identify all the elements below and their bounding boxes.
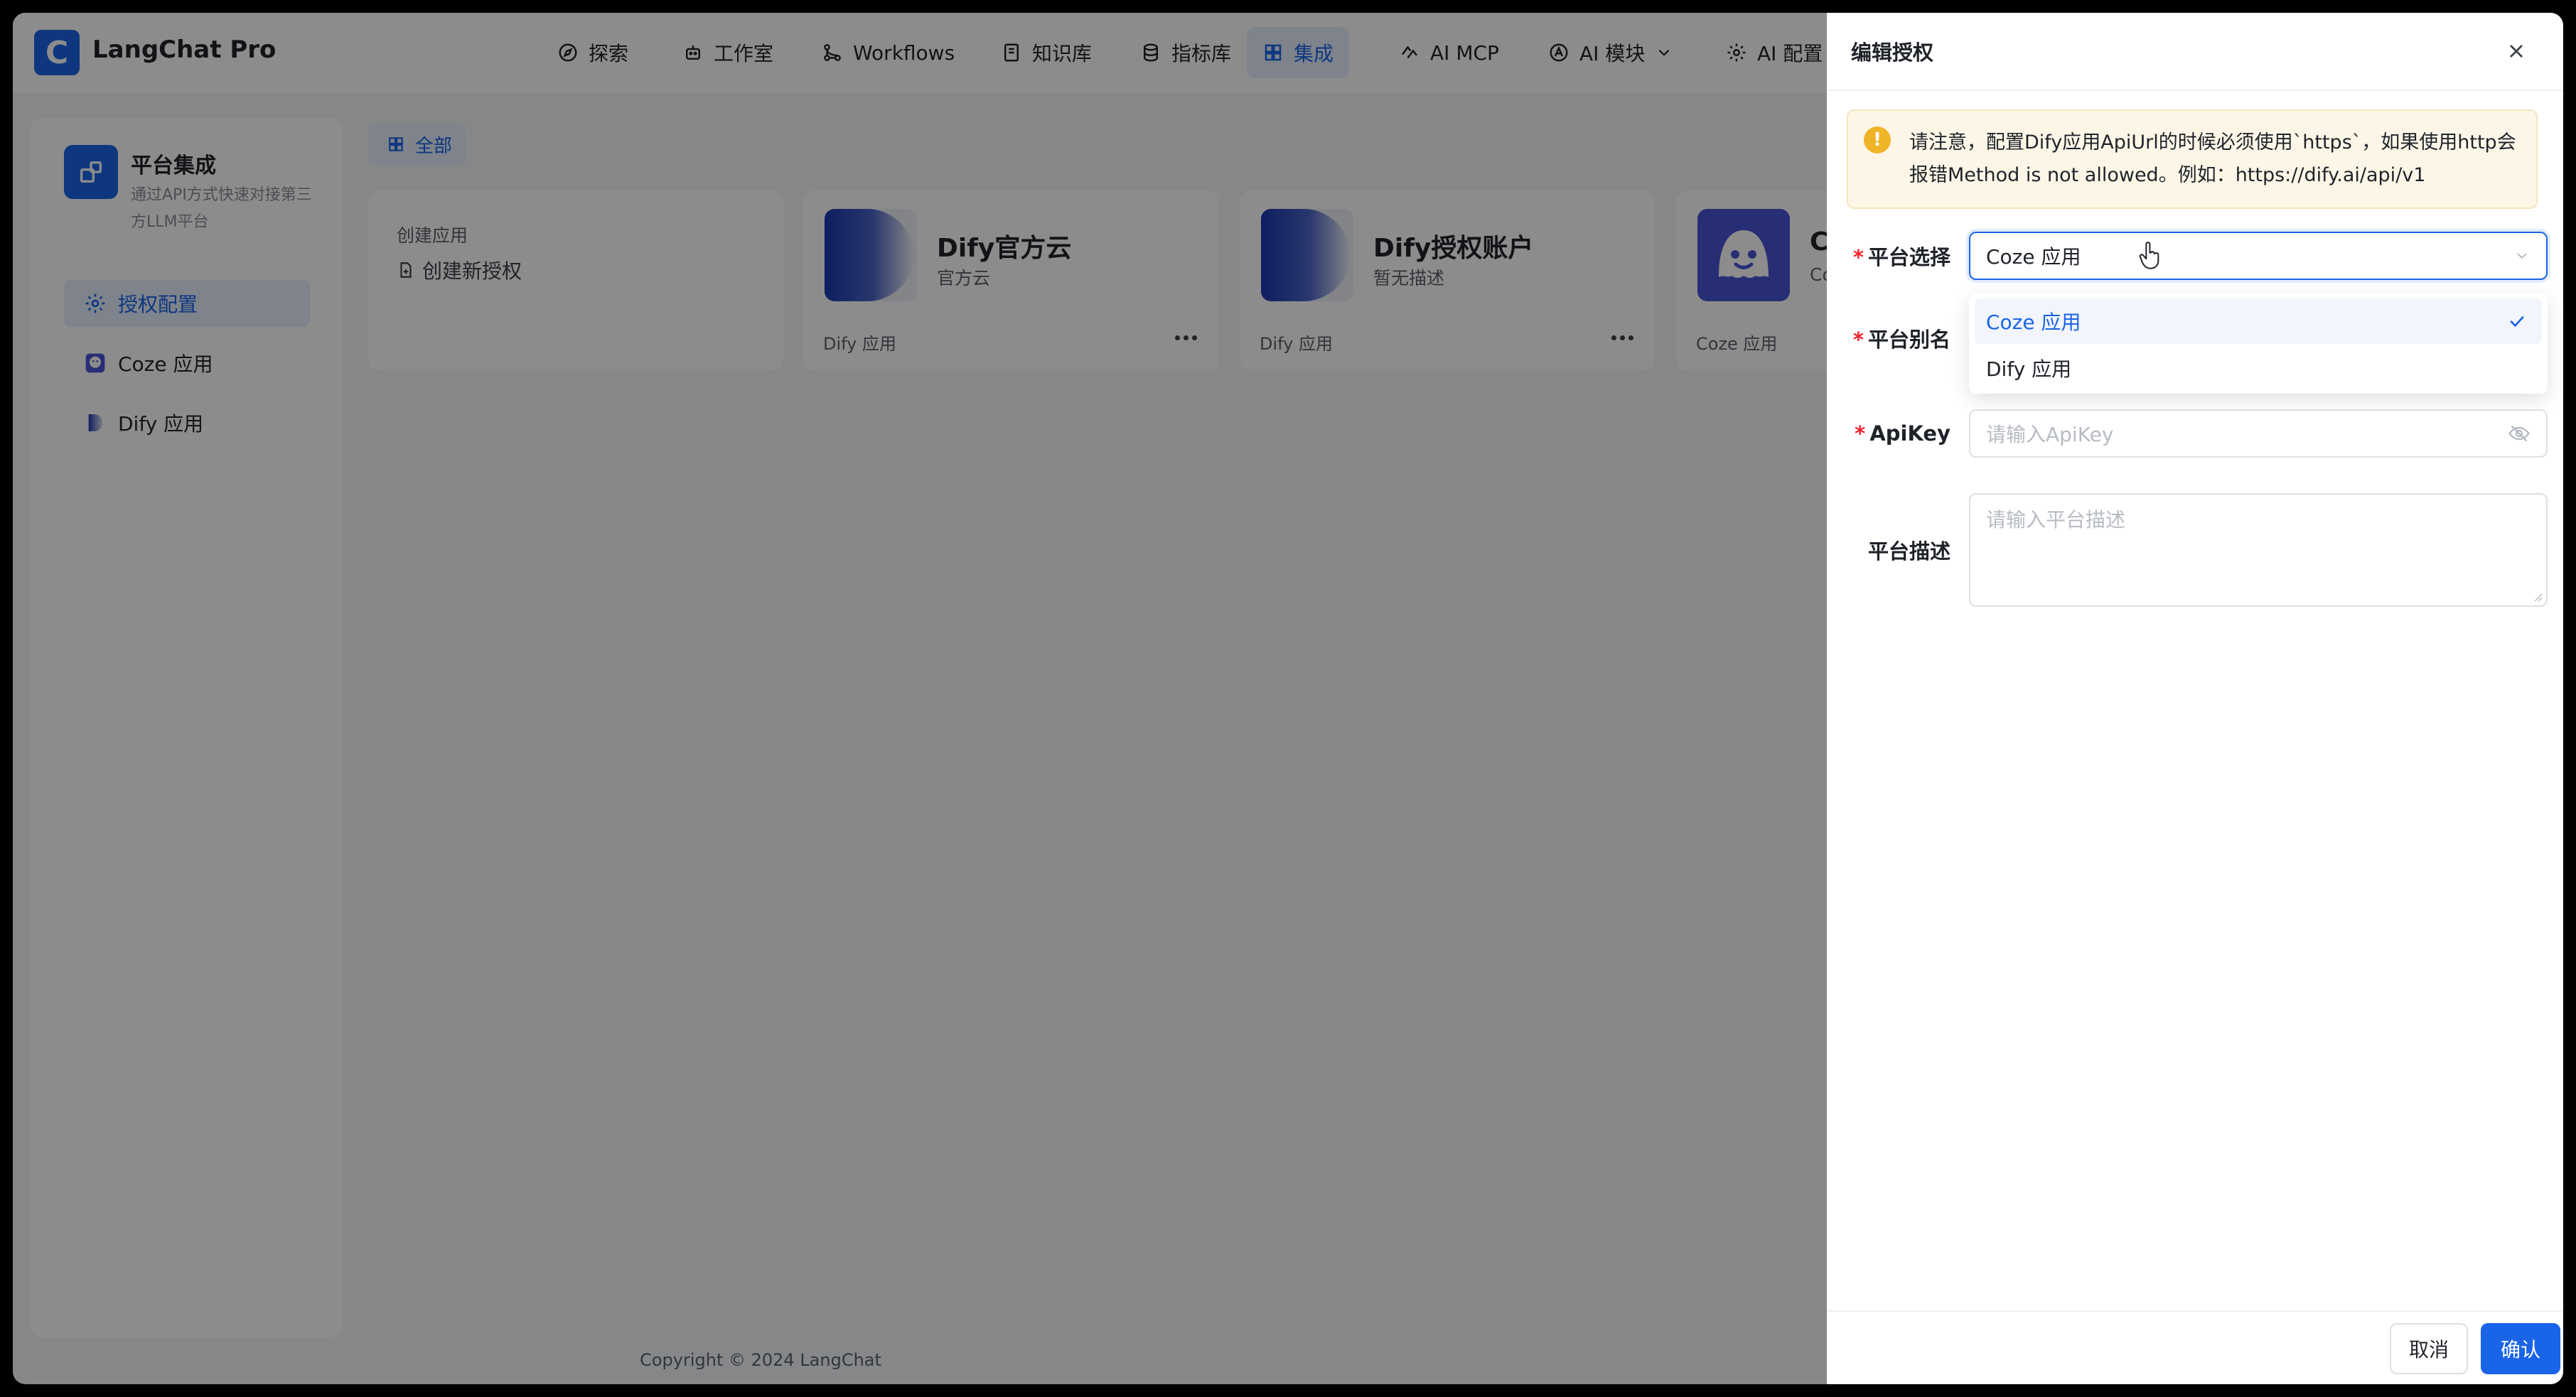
platform-dropdown: Coze 应用 Dify 应用 [1969, 293, 2548, 394]
dropdown-option-coze[interactable]: Coze 应用 [1975, 298, 2542, 344]
confirm-button[interactable]: 确认 [2481, 1323, 2560, 1374]
cancel-button[interactable]: 取消 [2390, 1323, 2468, 1374]
app-window: C LangChat Pro 探索 工作室 Workflows 知识库 指标库 … [13, 13, 2563, 1384]
footer-divider [1827, 1310, 2563, 1312]
platform-select[interactable]: Coze 应用 [1969, 232, 2548, 280]
edit-auth-drawer: 编辑授权 ! 请注意，配置Dify应用ApiUrl的时候必须使用`https`，… [1827, 13, 2563, 1384]
hand-cursor-icon [2139, 242, 2159, 269]
platform-select-label: * 平台选择 [1852, 245, 1950, 269]
option-label: Coze 应用 [1986, 311, 2081, 334]
warning-icon: ! [1864, 126, 1891, 153]
chevron-down-icon [2517, 253, 2527, 259]
desc-placeholder: 请输入平台描述 [1986, 508, 2126, 532]
warning-alert: ! 请注意，配置Dify应用ApiUrl的时候必须使用`https`，如果使用h… [1847, 109, 2538, 209]
desc-label: 平台描述 [1867, 539, 1950, 563]
drawer-title: 编辑授权 [1851, 41, 1934, 65]
resize-icon[interactable] [2532, 591, 2543, 603]
desc-textarea[interactable]: 请输入平台描述 [1969, 493, 2548, 607]
check-icon [2510, 315, 2524, 328]
select-value: Coze 应用 [1986, 245, 2081, 269]
option-label: Dify 应用 [1986, 357, 2072, 381]
eye-off-icon[interactable] [2508, 422, 2531, 445]
alert-text: 请注意，配置Dify应用ApiUrl的时候必须使用`https`，如果使用htt… [1909, 131, 2516, 186]
dropdown-option-dify[interactable]: Dify 应用 [1975, 345, 2542, 391]
apikey-input[interactable]: 请输入ApiKey [1969, 409, 2548, 458]
apikey-placeholder: 请输入ApiKey [1986, 423, 2114, 446]
header-divider [1827, 90, 2563, 91]
apikey-label: * ApiKey [1855, 421, 1950, 446]
platform-alias-label: * 平台别名 [1852, 328, 1950, 352]
close-icon[interactable] [2505, 40, 2528, 63]
